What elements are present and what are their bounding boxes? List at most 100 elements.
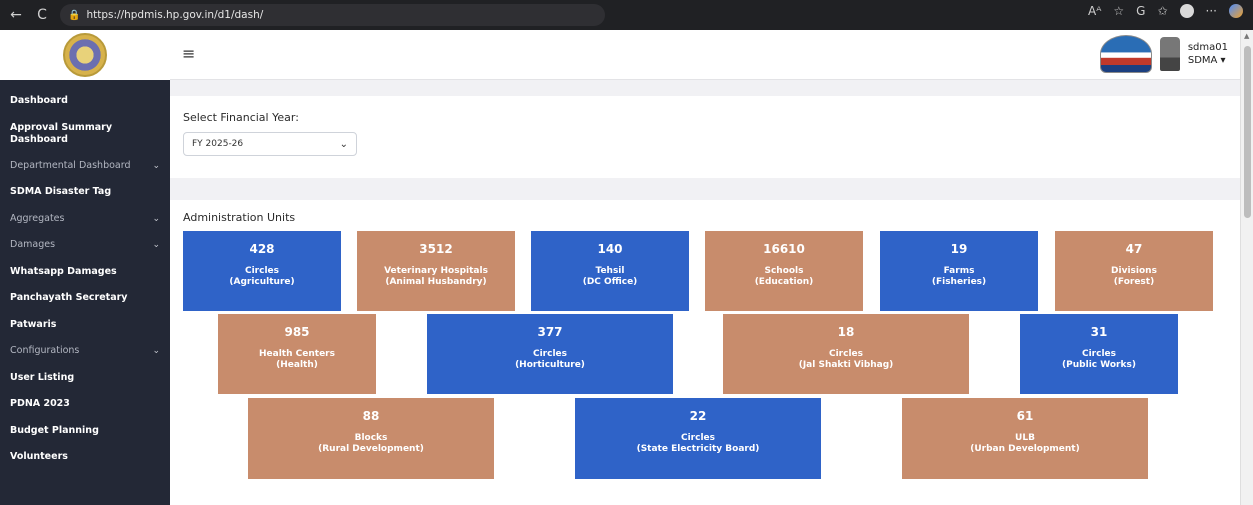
sidebar-item-label: Dashboard: [10, 95, 68, 107]
admin-unit-tile[interactable]: 18 Circles (Jal Shakti Vibhag): [723, 314, 969, 394]
tile-count: 47: [1125, 242, 1143, 256]
sidebar-item[interactable]: SDMA Disaster Tag: [0, 179, 170, 206]
tile-count: 18: [837, 325, 855, 339]
sidebar-item-label: Volunteers: [10, 451, 68, 463]
tile-unit-name: Circles: [532, 349, 567, 359]
tile-department: (Forest): [1113, 277, 1155, 287]
header-right: sdma01 SDMA ▾: [1099, 35, 1228, 73]
scroll-up-arrow-icon[interactable]: ▲: [1244, 32, 1249, 40]
favorite-star-icon[interactable]: ☆: [1113, 4, 1124, 18]
sidebar-item[interactable]: Configurations ⌄: [0, 338, 170, 365]
more-menu-icon[interactable]: ···: [1206, 4, 1217, 18]
logo-area: [0, 30, 170, 80]
sidebar-item-label: Patwaris: [10, 318, 57, 330]
sidebar-item[interactable]: Departmental Dashboard ⌄: [0, 153, 170, 180]
read-aloud-icon[interactable]: Aᴬ: [1088, 4, 1101, 18]
scrollbar-thumb[interactable]: [1244, 46, 1251, 218]
financial-year-value: FY 2025-26: [192, 139, 244, 149]
sidebar-item-label: SDMA Disaster Tag: [10, 186, 112, 198]
admin-unit-tile[interactable]: 88 Blocks (Rural Development): [248, 398, 494, 479]
tile-count: 985: [284, 325, 310, 339]
tile-unit-name: Circles: [244, 266, 279, 276]
browser-right-tools: Aᴬ ☆ G ✩ ···: [1088, 4, 1243, 18]
sidebar-item[interactable]: PDNA 2023: [0, 391, 170, 418]
back-icon[interactable]: ←: [6, 7, 26, 23]
admin-unit-tile[interactable]: 428 Circles (Agriculture): [183, 231, 341, 311]
tile-department: (Public Works): [1062, 360, 1136, 370]
admin-unit-tile[interactable]: 61 ULB (Urban Development): [902, 398, 1148, 479]
sidebar-item[interactable]: Volunteers: [0, 444, 170, 471]
sidebar-item-label: Departmental Dashboard: [10, 159, 131, 171]
national-emblem-logo: [1159, 37, 1180, 71]
tile-unit-name: Divisions: [1111, 266, 1157, 276]
tile-department: (Jal Shakti Vibhag): [798, 360, 894, 370]
tile-department: (Fisheries): [931, 277, 987, 287]
url-text: https://hpdmis.hp.gov.in/d1/dash/: [86, 9, 264, 21]
admin-unit-tile[interactable]: 985 Health Centers (Health): [218, 314, 376, 394]
chevron-down-icon: ⌄: [152, 346, 160, 357]
lock-icon[interactable]: 🔒: [68, 10, 80, 21]
tile-unit-name: Circles: [1081, 349, 1116, 359]
hamburger-menu-icon[interactable]: ≡: [182, 44, 195, 63]
tile-unit-name: ULB: [1015, 433, 1035, 443]
tile-unit-name: Tehsil: [595, 266, 625, 276]
sidebar-item[interactable]: Approval Summary Dashboard: [0, 115, 170, 153]
user-menu[interactable]: sdma01 SDMA ▾: [1188, 41, 1228, 67]
tile-unit-name: Blocks: [354, 433, 388, 443]
tile-department: (Education): [754, 277, 814, 287]
tile-department: (Horticulture): [515, 360, 585, 370]
user-role: SDMA ▾: [1187, 55, 1226, 66]
sidebar-item-label: Panchayath Secretary: [10, 292, 128, 304]
chevron-down-icon: ⌄: [152, 160, 160, 171]
sidebar-item-label: Damages: [10, 239, 56, 251]
sidebar-item[interactable]: User Listing: [0, 365, 170, 392]
copilot-sidebar-icon[interactable]: [1229, 4, 1243, 18]
sdma-emblem-logo: [63, 33, 107, 77]
admin-unit-tile[interactable]: 47 Divisions (Forest): [1055, 231, 1213, 311]
admin-unit-tile[interactable]: 31 Circles (Public Works): [1020, 314, 1178, 394]
page-scrollbar[interactable]: ▲: [1240, 30, 1253, 505]
copilot-icon[interactable]: G: [1136, 4, 1145, 18]
sidebar-item[interactable]: Aggregates ⌄: [0, 206, 170, 233]
sidebar-item-label: Approval Summary Dashboard: [10, 121, 113, 145]
sidebar-item[interactable]: Patwaris: [0, 312, 170, 339]
address-bar[interactable]: 🔒 https://hpdmis.hp.gov.in/d1/dash/: [60, 4, 605, 26]
administration-units-card: Administration Units 428 Circles (Agricult…: [170, 200, 1240, 505]
financial-year-select[interactable]: FY 2025-26 ⌄: [183, 132, 357, 156]
tile-unit-name: Schools: [764, 266, 804, 276]
tile-count: 16610: [763, 242, 805, 256]
chevron-down-icon: ⌄: [339, 138, 348, 150]
sidebar-item-label: Configurations: [10, 345, 80, 357]
refresh-icon[interactable]: C: [32, 7, 52, 23]
sidebar-item-label: Whatsapp Damages: [10, 265, 117, 277]
tile-count: 31: [1090, 325, 1108, 339]
tile-count: 19: [950, 242, 968, 256]
tile-unit-name: Farms: [943, 266, 975, 276]
sidebar-item[interactable]: Dashboard: [0, 88, 170, 115]
admin-unit-tile[interactable]: 377 Circles (Horticulture): [427, 314, 673, 394]
financial-year-label: Select Financial Year:: [183, 111, 299, 124]
financial-year-card: Select Financial Year: FY 2025-26 ⌄: [170, 96, 1240, 178]
admin-unit-tile[interactable]: 140 Tehsil (DC Office): [531, 231, 689, 311]
admin-unit-tile[interactable]: 19 Farms (Fisheries): [880, 231, 1038, 311]
profile-icon[interactable]: [1179, 4, 1194, 18]
sidebar-item-label: Aggregates: [10, 212, 65, 224]
admin-unit-tile[interactable]: 22 Circles (State Electricity Board): [575, 398, 821, 479]
chevron-down-icon: ⌄: [152, 240, 160, 251]
sidebar-item[interactable]: Whatsapp Damages: [0, 259, 170, 286]
admin-unit-tile[interactable]: 3512 Veterinary Hospitals (Animal Husbandr…: [357, 231, 515, 311]
sidebar-item[interactable]: Budget Planning: [0, 418, 170, 445]
sidebar-item[interactable]: Damages ⌄: [0, 232, 170, 259]
main-content: Select Financial Year: FY 2025-26 ⌄ Admi…: [170, 80, 1240, 505]
admin-unit-tile[interactable]: 16610 Schools (Education): [705, 231, 863, 311]
app-header: ≡ sdma01 SDMA ▾: [0, 30, 1240, 80]
tile-department: (Rural Development): [318, 444, 424, 454]
favorites-icon[interactable]: ✩: [1157, 4, 1167, 18]
sidebar-item[interactable]: Panchayath Secretary: [0, 285, 170, 312]
tile-count: 22: [689, 409, 707, 423]
tile-unit-name: Circles: [828, 349, 863, 359]
tile-department: (Animal Husbandry): [385, 277, 487, 287]
tile-count: 88: [362, 409, 380, 423]
tile-unit-name: Circles: [680, 433, 715, 443]
tile-department: (Urban Development): [970, 444, 1080, 454]
